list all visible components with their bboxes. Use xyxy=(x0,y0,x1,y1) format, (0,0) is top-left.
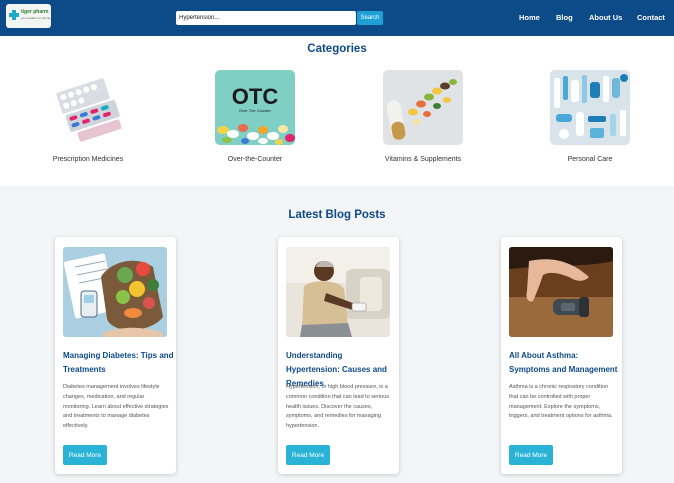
blog-excerpt-diabetes: Diabetes management involves lifestyle c… xyxy=(63,384,169,430)
blog-title-diabetes[interactable]: Managing Diabetes: Tips and Treatments xyxy=(63,349,175,377)
otc-pills-icon: OTC Over The Counter xyxy=(215,70,295,145)
header: tiger pharm your health our priority Sea… xyxy=(0,0,674,36)
personal-care-icon xyxy=(550,70,630,145)
read-more-button-hypertension[interactable]: Read More xyxy=(286,445,330,465)
nav-contact[interactable]: Contact xyxy=(637,13,665,22)
read-more-button-diabetes[interactable]: Read More xyxy=(63,445,107,465)
read-more-button-asthma[interactable]: Read More xyxy=(509,445,553,465)
site-logo[interactable]: tiger pharm your health our priority xyxy=(6,4,51,28)
categories-title: Categories xyxy=(307,43,367,55)
search-input[interactable] xyxy=(176,11,356,25)
blog-image-asthma[interactable] xyxy=(509,247,613,337)
logo-tagline: your health our priority xyxy=(21,16,51,20)
category-label-vitamins[interactable]: Vitamins & Supplements xyxy=(353,156,493,163)
vitamins-icon xyxy=(383,70,463,145)
category-image-prescription[interactable] xyxy=(48,70,128,145)
pill-blister-icon xyxy=(48,70,128,145)
category-image-personal-care[interactable] xyxy=(550,70,630,145)
blog-card-asthma: All About Asthma: Symptoms and Managemen… xyxy=(501,237,622,474)
category-image-otc[interactable]: OTC Over The Counter xyxy=(215,70,295,145)
category-label-personal-care[interactable]: Personal Care xyxy=(520,156,660,163)
blog-excerpt-asthma: Asthma is a chronic respiratory conditio… xyxy=(509,384,613,420)
blog-image-diabetes[interactable] xyxy=(63,247,167,337)
category-label-otc[interactable]: Over-the-Counter xyxy=(185,156,325,163)
category-label-prescription[interactable]: Prescription Medicines xyxy=(18,156,158,163)
category-image-vitamins[interactable] xyxy=(383,70,463,145)
nav-blog[interactable]: Blog xyxy=(556,13,573,22)
hypertension-image-icon xyxy=(286,247,390,337)
nav-home[interactable]: Home xyxy=(519,13,540,22)
search-button[interactable]: Search xyxy=(357,11,383,25)
categories-section: Categories Prescription Medicines OTC Ov… xyxy=(0,36,674,186)
blog-excerpt-hypertension: Hypertension, or high blood pressure, is… xyxy=(286,384,390,430)
blog-title: Latest Blog Posts xyxy=(288,209,386,221)
blog-title-asthma[interactable]: All About Asthma: Symptoms and Managemen… xyxy=(509,349,621,377)
nav-about-us[interactable]: About Us xyxy=(589,13,622,22)
diabetes-image-icon xyxy=(63,247,167,337)
asthma-inhaler-icon xyxy=(509,247,613,337)
medical-cross-icon xyxy=(9,10,19,20)
otc-image-subtext: Over The Counter xyxy=(239,108,272,113)
logo-brand: tiger pharm xyxy=(21,9,49,15)
blog-card-diabetes: Managing Diabetes: Tips and Treatments D… xyxy=(55,237,176,474)
otc-image-text: OTC xyxy=(232,84,279,109)
blog-image-hypertension[interactable] xyxy=(286,247,390,337)
blog-card-hypertension: Understanding Hypertension: Causes and R… xyxy=(278,237,399,474)
